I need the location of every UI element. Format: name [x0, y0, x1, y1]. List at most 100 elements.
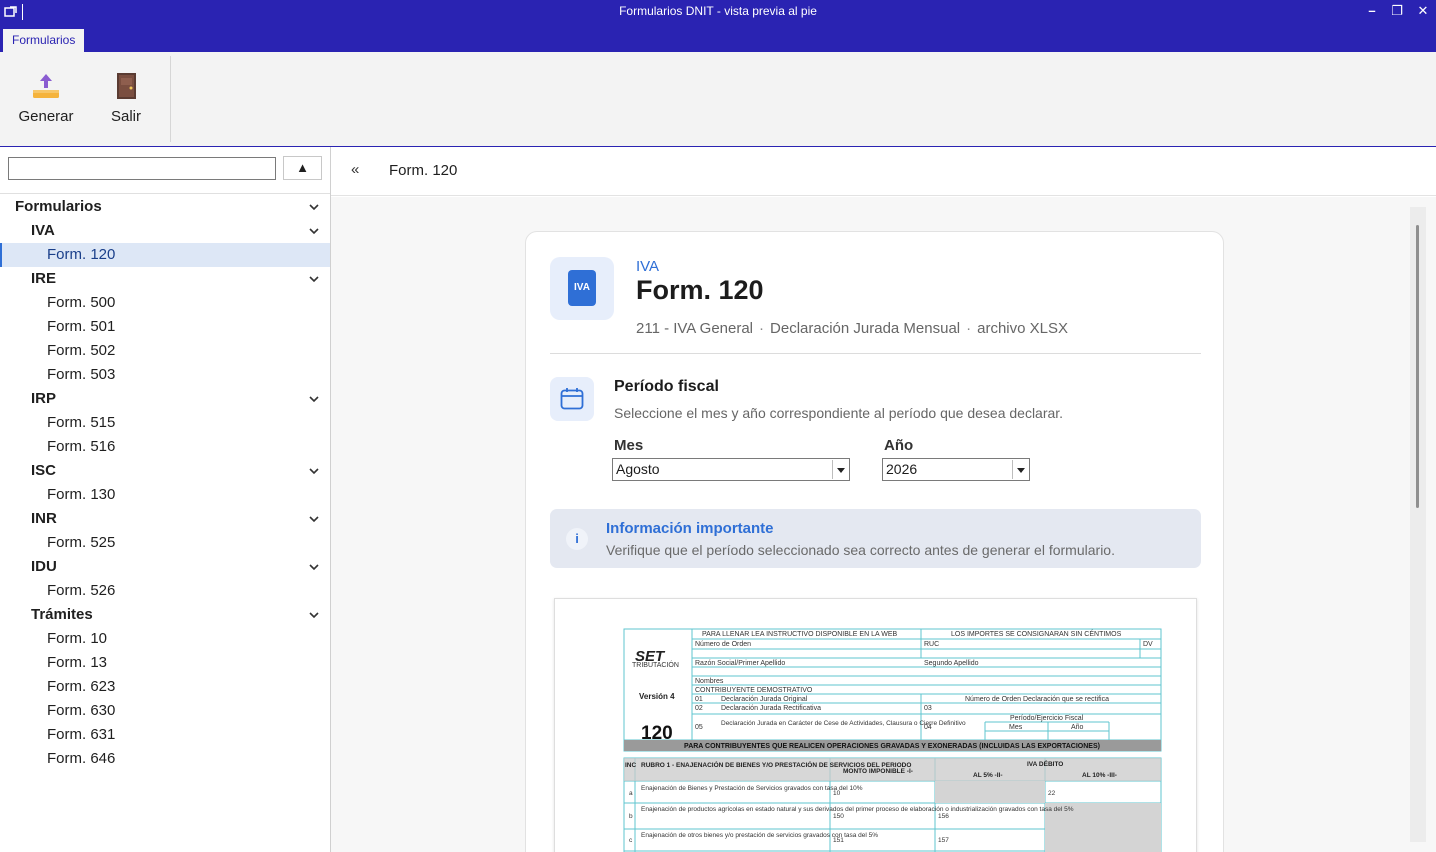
chevron-down-icon[interactable] — [308, 195, 320, 219]
preview-header-left: PARA LLENAR LEA INSTRUCTIVO DISPONIBLE E… — [702, 631, 897, 638]
tree-item-label: Form. 515 — [47, 414, 116, 431]
tree-item-label: Form. 630 — [47, 702, 116, 719]
tree-item[interactable]: Form. 10 — [0, 627, 330, 651]
preview-ddjj-original: Declaración Jurada Original — [721, 696, 808, 703]
tree-item-label: Form. 631 — [47, 726, 116, 743]
ribbon: Generar Salir — [0, 52, 1436, 147]
tree-root-formularios[interactable]: Formularios — [0, 195, 330, 219]
tree-item[interactable]: Form. 13 — [0, 651, 330, 675]
year-label: Año — [884, 437, 914, 454]
tree-item-label: Form. 502 — [47, 342, 116, 359]
minimize-button[interactable]: – — [1361, 2, 1383, 20]
window-title: Formularios DNIT - vista previa al pie — [619, 4, 817, 18]
tree-item-label: Form. 525 — [47, 534, 116, 551]
tree-root-formularios-label: Formularios — [15, 198, 102, 215]
preview-row-code: 157 — [938, 837, 949, 844]
tree-item[interactable]: Form. 623 — [0, 675, 330, 699]
tree-item[interactable]: Form. 130 — [0, 483, 330, 507]
tree-group-label: INR — [31, 510, 57, 527]
preview-header-right: LOS IMPORTES SE CONSIGNARAN SIN CÉNTIMOS — [951, 629, 1122, 638]
maximize-button[interactable]: ❐ — [1386, 2, 1408, 20]
tree-item[interactable]: Form. 525 — [0, 531, 330, 555]
chevron-down-icon[interactable] — [308, 603, 320, 627]
year-select[interactable]: 2026 — [882, 458, 1030, 481]
form-badge-icon: IVA — [568, 270, 596, 306]
tree-item[interactable]: Form. 502 — [0, 339, 330, 363]
close-button[interactable]: ✕ — [1412, 2, 1434, 20]
year-value: 2026 — [886, 461, 918, 477]
preview-ruc: RUC — [924, 641, 939, 648]
month-label: Mes — [614, 437, 644, 454]
door-icon — [117, 73, 136, 99]
tree-group-label: IRE — [31, 270, 57, 287]
meta-type: Declaración Jurada Mensual — [770, 320, 961, 337]
tree-group[interactable]: ISC — [0, 459, 330, 483]
back-button[interactable]: « — [351, 161, 359, 178]
scrollbar-thumb[interactable] — [1416, 225, 1419, 508]
tree-item[interactable]: Form. 501 — [0, 315, 330, 339]
upload-icon — [33, 74, 59, 98]
vertical-scrollbar[interactable] — [1410, 207, 1426, 842]
tree-item[interactable]: Form. 631 — [0, 723, 330, 747]
preview-monto: MONTO IMPONIBLE -I- — [843, 768, 913, 775]
preview-nombres: Nombres — [695, 678, 724, 685]
tree-item-label: Form. 516 — [47, 438, 116, 455]
tree-group-label: IRP — [31, 390, 57, 407]
preview-row-code: 22 — [1048, 790, 1056, 797]
card-divider — [550, 353, 1201, 354]
tree-item-label: Form. 130 — [47, 486, 116, 503]
tree-group[interactable]: IRP — [0, 387, 330, 411]
preview-code-03: 03 — [924, 705, 932, 712]
tree-item[interactable]: Form. 516 — [0, 435, 330, 459]
tree-item[interactable]: Form. 646 — [0, 747, 330, 771]
form-title: Form. 120 — [636, 275, 764, 305]
chevron-down-icon[interactable] — [832, 460, 848, 479]
chevron-down-icon[interactable] — [1012, 460, 1028, 479]
month-select[interactable]: Agosto — [612, 458, 850, 481]
info-icon: i — [566, 528, 588, 550]
tree-separator — [0, 193, 330, 194]
tree-item[interactable]: Form. 500 — [0, 291, 330, 315]
tree-item[interactable]: Form. 515 — [0, 411, 330, 435]
preview-numero-orden: Número de Orden — [695, 641, 751, 648]
chevron-down-icon[interactable] — [308, 507, 320, 531]
tree-group[interactable]: IDU — [0, 555, 330, 579]
tree-group[interactable]: INR — [0, 507, 330, 531]
tab-formularios[interactable]: Formularios — [2, 28, 86, 52]
search-input[interactable] — [8, 157, 276, 180]
tree-item[interactable]: Form. 526 — [0, 579, 330, 603]
period-description: Seleccione el mes y año correspondiente … — [614, 405, 1064, 421]
tree-group[interactable]: IVA — [0, 219, 330, 243]
tree-group[interactable]: Trámites — [0, 603, 330, 627]
preview-code-01: 01 — [695, 696, 703, 703]
breadcrumb-current: Form. 120 — [389, 162, 458, 179]
preview-row-letter: c — [629, 837, 633, 844]
tree-item-label: Form. 646 — [47, 750, 116, 767]
tree-item[interactable]: Form. 120 — [0, 243, 330, 267]
preview-orden-rectifica: Número de Orden Declaración que se recti… — [965, 696, 1109, 703]
preview-al5: AL 5% -II- — [973, 772, 1003, 779]
form-badge: IVA — [550, 257, 614, 320]
tree-item[interactable]: Form. 503 — [0, 363, 330, 387]
tree-item[interactable]: Form. 630 — [0, 699, 330, 723]
chevron-down-icon[interactable] — [308, 267, 320, 291]
month-value: Agosto — [616, 461, 660, 477]
meta-dot-icon: · — [759, 320, 765, 337]
meta-code: 211 - IVA General — [636, 320, 754, 337]
salir-button[interactable]: Salir — [91, 70, 161, 125]
chevron-down-icon[interactable] — [308, 219, 320, 243]
tree-group-label: Trámites — [31, 606, 93, 623]
chevron-down-icon[interactable] — [308, 555, 320, 579]
forms-tree: Formularios IVA Form. 120 IRE Form. 500 Form.… — [0, 195, 330, 771]
generar-button[interactable]: Generar — [11, 70, 81, 125]
chevron-down-icon[interactable] — [308, 387, 320, 411]
info-title: Información importante — [606, 520, 774, 537]
tree-item-label: Form. 623 — [47, 678, 116, 695]
sidebar: ▲ Formularios IVA Form. 120 IRE Form. 500 For… — [0, 147, 331, 852]
collapse-button[interactable]: ▲ — [283, 156, 322, 180]
chevron-down-icon[interactable] — [308, 459, 320, 483]
main-panel: « Form. 120 IVA IVA Form. 120 211 - IVA … — [331, 147, 1436, 852]
tree-group[interactable]: IRE — [0, 267, 330, 291]
content-scroll-area[interactable]: IVA IVA Form. 120 211 - IVA General · Decl… — [331, 197, 1436, 852]
salir-label: Salir — [110, 108, 141, 125]
